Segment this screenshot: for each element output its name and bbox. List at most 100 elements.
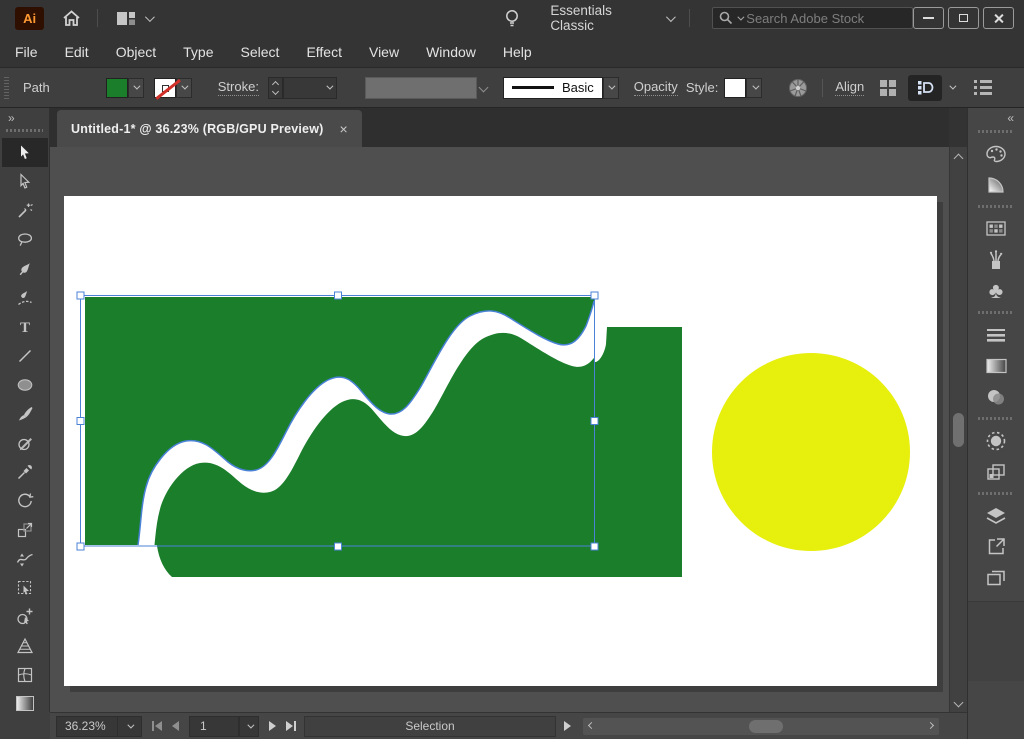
vertical-scrollbar[interactable]	[949, 147, 967, 712]
arrange-documents-icon[interactable]	[116, 11, 136, 26]
workspace-switcher[interactable]: Essentials Classic	[550, 3, 673, 33]
lasso-tool[interactable]	[2, 225, 48, 254]
horizontal-scrollbar[interactable]	[583, 718, 939, 735]
menu-item[interactable]: Window	[426, 44, 476, 60]
color-panel-button[interactable]	[968, 138, 1024, 169]
minimize-button[interactable]	[913, 7, 944, 29]
stroke-label[interactable]: Stroke:	[218, 79, 259, 96]
menu-item[interactable]: File	[15, 44, 38, 60]
status-flyout-button[interactable]	[564, 721, 571, 731]
adobe-stock-search[interactable]	[712, 7, 913, 29]
symbols-panel-button[interactable]: ♣	[968, 275, 1024, 306]
fill-color-chevron[interactable]	[128, 78, 144, 98]
toolbar-grip[interactable]	[6, 129, 43, 132]
arrange-documents-chevron-icon[interactable]	[145, 15, 152, 22]
scroll-right-icon[interactable]	[927, 721, 934, 728]
color-guide-panel-button[interactable]	[968, 169, 1024, 200]
style-chevron[interactable]	[746, 78, 762, 98]
gradient-panel-button[interactable]	[968, 350, 1024, 381]
align-objects-icon[interactable]	[880, 80, 896, 96]
zoom-level-field[interactable]: 36.23%	[56, 716, 118, 737]
mesh-tool[interactable]	[2, 660, 48, 689]
canvas-area[interactable]	[50, 147, 949, 712]
paintbrush-tool[interactable]	[2, 399, 48, 428]
status-text-field[interactable]: Selection	[304, 716, 556, 737]
zoom-dropdown-button[interactable]	[118, 716, 142, 737]
shaper-tool[interactable]	[2, 428, 48, 457]
direct-selection-tool[interactable]	[2, 167, 48, 196]
free-transform-tool[interactable]	[2, 573, 48, 602]
dock-grip[interactable]	[978, 311, 1014, 314]
yellow-circle[interactable]	[712, 353, 910, 551]
artboard-dropdown-button[interactable]	[239, 716, 259, 737]
previous-artboard-button[interactable]	[172, 721, 179, 731]
appearance-panel-button[interactable]	[968, 425, 1024, 456]
variable-width-profile-dropdown[interactable]: Basic	[503, 77, 603, 99]
opacity-label[interactable]: Opacity	[634, 79, 678, 96]
search-scope-chevron-icon[interactable]	[738, 13, 745, 20]
rotate-tool[interactable]	[2, 486, 48, 515]
dock-grip[interactable]	[978, 492, 1014, 495]
menu-item[interactable]: View	[369, 44, 399, 60]
document-tab[interactable]: Untitled-1* @ 36.23% (RGB/GPU Preview) ×	[57, 110, 362, 147]
transparency-panel-button[interactable]	[968, 381, 1024, 412]
eyedropper-tool[interactable]	[2, 457, 48, 486]
align-to-chevron[interactable]	[950, 83, 957, 90]
menu-item[interactable]: Object	[116, 44, 156, 60]
profile-chevron[interactable]	[603, 77, 619, 99]
ellipse-tool[interactable]	[2, 370, 48, 399]
menu-item[interactable]: Edit	[65, 44, 89, 60]
toolbar-expand-icon[interactable]: »	[0, 108, 49, 125]
layers-panel-button[interactable]	[968, 500, 1024, 531]
next-artboard-button[interactable]	[269, 721, 276, 731]
type-tool[interactable]: T	[2, 312, 48, 341]
panel-menu-icon[interactable]	[974, 80, 992, 95]
scroll-left-icon[interactable]	[588, 721, 595, 728]
recolor-artwork-icon[interactable]	[788, 78, 808, 98]
last-artboard-button[interactable]	[286, 721, 296, 731]
line-segment-tool[interactable]	[2, 341, 48, 370]
selection-tool[interactable]	[2, 138, 48, 167]
stroke-weight-dropdown[interactable]	[283, 77, 337, 99]
vertical-scrollbar-thumb[interactable]	[953, 413, 964, 447]
magic-wand-tool[interactable]	[2, 196, 48, 225]
shape-builder-tool[interactable]	[2, 602, 48, 631]
fill-color-swatch[interactable]	[106, 78, 128, 98]
lightbulb-icon[interactable]	[504, 8, 520, 28]
graphic-styles-panel-button[interactable]	[968, 456, 1024, 487]
close-button[interactable]	[983, 7, 1014, 29]
home-icon[interactable]	[62, 9, 81, 27]
horizontal-scrollbar-thumb[interactable]	[749, 720, 783, 733]
controlbar-grip[interactable]	[4, 77, 9, 99]
scroll-down-icon[interactable]	[954, 698, 964, 708]
style-swatch[interactable]	[724, 78, 746, 98]
brushes-panel-button[interactable]	[968, 244, 1024, 275]
scroll-up-icon[interactable]	[954, 154, 964, 164]
artboards-panel-button[interactable]	[968, 562, 1024, 593]
artboard-number-field[interactable]: 1	[189, 716, 239, 737]
dock-grip[interactable]	[978, 417, 1014, 420]
menu-item[interactable]: Effect	[306, 44, 342, 60]
menu-item[interactable]: Help	[503, 44, 532, 60]
tab-close-icon[interactable]: ×	[340, 121, 348, 137]
stroke-weight-stepper[interactable]	[268, 77, 283, 99]
maximize-button[interactable]	[948, 7, 979, 29]
stroke-color-swatch[interactable]	[154, 78, 176, 98]
stroke-panel-button[interactable]	[968, 319, 1024, 350]
curvature-tool[interactable]	[2, 283, 48, 312]
menu-item[interactable]: Select	[241, 44, 280, 60]
align-label[interactable]: Align	[835, 79, 864, 96]
align-to-button[interactable]	[908, 75, 942, 101]
export-panel-button[interactable]	[968, 531, 1024, 562]
first-artboard-button[interactable]	[152, 721, 162, 731]
dock-grip[interactable]	[978, 130, 1014, 133]
perspective-grid-tool[interactable]	[2, 631, 48, 660]
swatches-panel-button[interactable]	[968, 213, 1024, 244]
menu-item[interactable]: Type	[183, 44, 213, 60]
search-input[interactable]	[746, 11, 896, 26]
width-tool[interactable]	[2, 544, 48, 573]
dock-collapse-icon[interactable]: «	[968, 108, 1024, 125]
dock-grip[interactable]	[978, 205, 1014, 208]
scale-tool[interactable]	[2, 515, 48, 544]
pen-tool[interactable]	[2, 254, 48, 283]
